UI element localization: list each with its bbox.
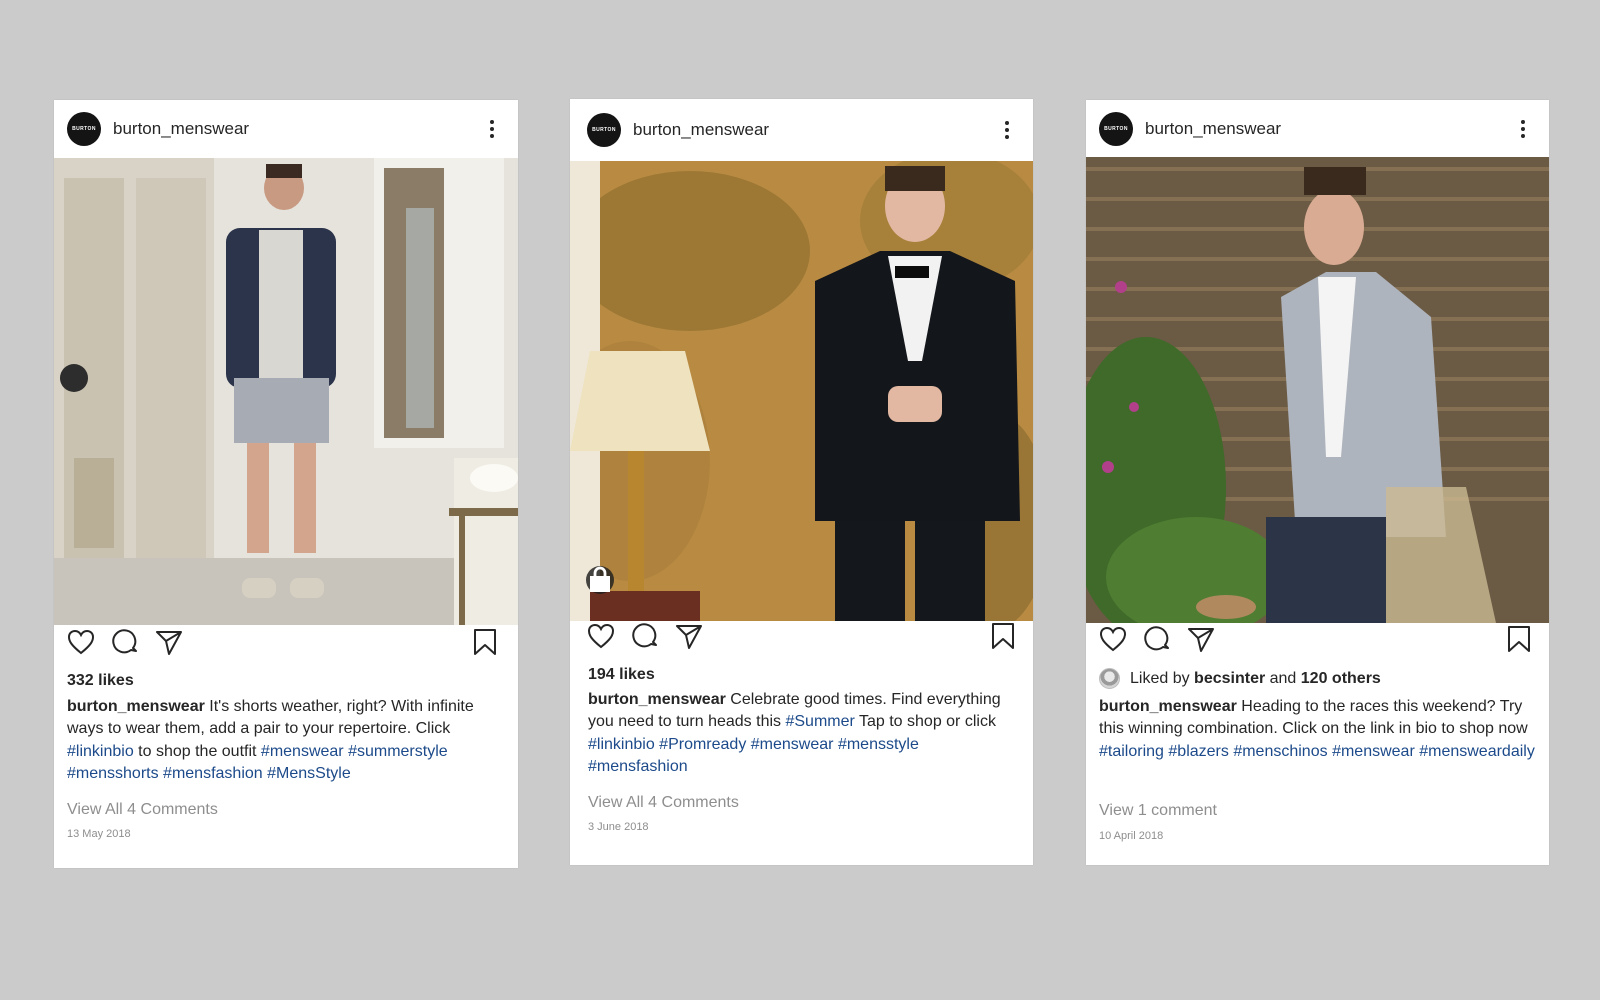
liked-by-line: Liked by becsinter and 120 others <box>1099 668 1381 689</box>
more-vertical-icon[interactable] <box>482 117 502 141</box>
comment-icon[interactable] <box>110 627 140 657</box>
likes-count[interactable]: 332 likes <box>67 672 134 690</box>
hashtag-link[interactable]: #Summer <box>785 713 854 730</box>
likes-count[interactable]: 194 likes <box>588 666 655 684</box>
liker-username[interactable]: becsinter <box>1194 670 1265 688</box>
caption-username[interactable]: burton_menswear <box>67 698 205 715</box>
hashtag-link[interactable]: #summerstyle <box>348 743 448 760</box>
instagram-post-2: BURTON burton_menswear 194 likes burton_… <box>570 99 1033 865</box>
hashtag-link[interactable]: #MensStyle <box>267 765 351 782</box>
avatar[interactable]: BURTON <box>587 113 621 147</box>
hashtag-link[interactable]: #mensweardaily <box>1419 743 1535 760</box>
post-caption: burton_menswear Heading to the races thi… <box>1099 696 1537 763</box>
hashtag-link[interactable]: #menswear <box>1332 743 1415 760</box>
hashtag-link[interactable]: #menswear <box>261 743 344 760</box>
hashtag-link[interactable]: #mensfashion <box>163 765 263 782</box>
liked-by-others[interactable]: 120 others <box>1301 670 1381 688</box>
post-photo[interactable] <box>1086 157 1549 623</box>
photo-man-in-shorts <box>54 158 518 625</box>
avatar-logo-text: BURTON <box>592 127 616 133</box>
hashtag-link[interactable]: #mensfashion <box>588 758 688 775</box>
heart-icon[interactable] <box>586 621 616 651</box>
more-vertical-icon[interactable] <box>997 118 1017 142</box>
post-header: BURTON burton_menswear <box>570 99 1033 161</box>
share-icon[interactable] <box>1186 624 1216 654</box>
bookmark-icon[interactable] <box>988 621 1018 651</box>
caption-text: to shop the outfit <box>133 742 261 760</box>
view-comments-link[interactable]: View 1 comment <box>1099 802 1217 820</box>
avatar-logo-text: BURTON <box>1104 125 1128 132</box>
hashtag-link[interactable]: #blazers <box>1168 743 1228 760</box>
share-icon[interactable] <box>154 627 184 657</box>
more-vertical-icon[interactable] <box>1513 117 1533 141</box>
hashtag-link[interactable]: #linkinbio <box>588 736 655 753</box>
post-caption: burton_menswear It's shorts weather, rig… <box>67 696 506 786</box>
hashtag-link[interactable]: #Promready <box>659 736 746 753</box>
post-username[interactable]: burton_menswear <box>1145 119 1513 139</box>
post-date: 13 May 2018 <box>67 828 131 840</box>
caption-username[interactable]: burton_menswear <box>1099 698 1237 715</box>
caption-text: Tap to shop or click <box>854 713 996 731</box>
post-caption: burton_menswear Celebrate good times. Fi… <box>588 689 1021 779</box>
post-username[interactable]: burton_menswear <box>633 120 997 140</box>
shopping-bag-icon[interactable] <box>586 566 614 594</box>
post-photo[interactable] <box>570 161 1033 621</box>
liked-by-middle: and <box>1265 669 1301 687</box>
photo-man-in-check-blazer <box>1086 157 1549 623</box>
post-date: 10 April 2018 <box>1099 830 1164 842</box>
comment-icon[interactable] <box>630 621 660 651</box>
liked-by-prefix: Liked by <box>1130 669 1195 687</box>
bookmark-icon[interactable] <box>470 627 500 657</box>
hashtag-link[interactable]: #tailoring <box>1099 743 1164 760</box>
photo-man-in-tuxedo <box>570 161 1033 621</box>
view-comments-link[interactable]: View All 4 Comments <box>67 801 218 819</box>
post-username[interactable]: burton_menswear <box>113 119 482 139</box>
hashtag-link[interactable]: #mensshorts <box>67 765 159 782</box>
bookmark-icon[interactable] <box>1504 624 1534 654</box>
post-date: 3 June 2018 <box>588 821 649 833</box>
share-icon[interactable] <box>674 621 704 651</box>
hashtag-link[interactable]: #menschinos <box>1233 743 1327 760</box>
heart-icon[interactable] <box>1098 624 1128 654</box>
view-comments-link[interactable]: View All 4 Comments <box>588 794 739 812</box>
post-photo[interactable] <box>54 158 518 625</box>
post-actions <box>570 621 1033 655</box>
avatar[interactable]: BURTON <box>67 112 101 146</box>
instagram-post-3: BURTON burton_menswear Liked by becsinte… <box>1086 100 1549 865</box>
hashtag-link[interactable]: #linkinbio <box>67 743 134 760</box>
instagram-post-1: BURTON burton_menswear 332 likes burton_… <box>54 100 518 868</box>
heart-icon[interactable] <box>66 627 96 657</box>
comment-icon[interactable] <box>1142 624 1172 654</box>
hashtag-link[interactable]: #menswear <box>751 736 834 753</box>
post-header: BURTON burton_menswear <box>54 100 518 158</box>
post-actions <box>1086 624 1549 658</box>
liker-avatar[interactable] <box>1099 668 1120 689</box>
hashtag-link[interactable]: #mensstyle <box>838 736 919 753</box>
post-actions <box>54 627 518 661</box>
avatar[interactable]: BURTON <box>1099 111 1133 146</box>
caption-username[interactable]: burton_menswear <box>588 691 726 708</box>
post-header: BURTON burton_menswear <box>1086 100 1549 157</box>
avatar-logo-text: BURTON <box>72 126 96 132</box>
